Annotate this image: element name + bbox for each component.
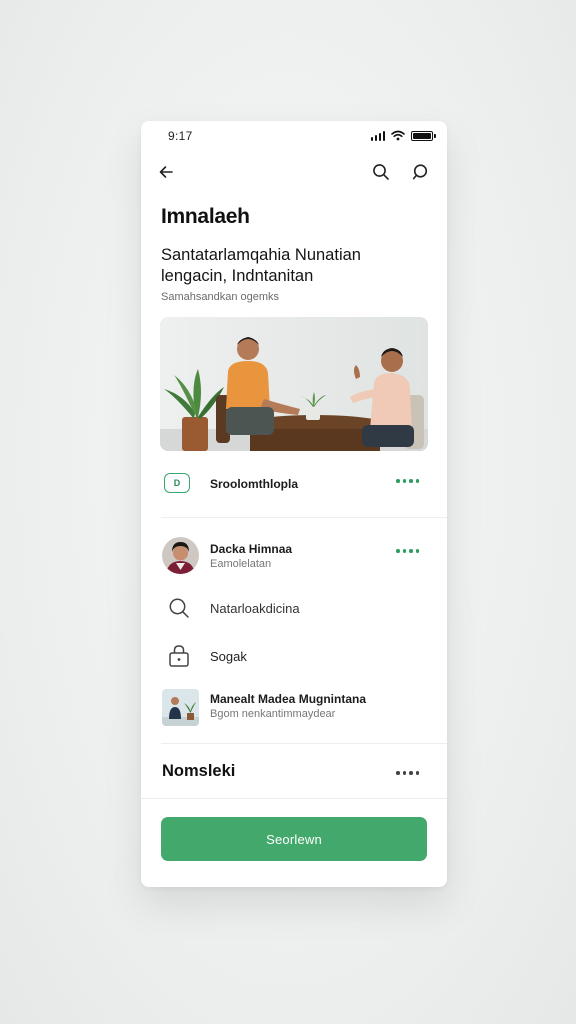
- battery-icon: [411, 130, 436, 141]
- status-bar: 9:17: [141, 121, 447, 151]
- person-subtitle: Eamolelatan: [210, 558, 272, 570]
- divider: [161, 743, 447, 744]
- status-time: 9:17: [168, 129, 193, 143]
- search-icon[interactable]: [368, 159, 394, 185]
- more-dots-icon[interactable]: [392, 475, 423, 487]
- status-icons: [370, 130, 436, 141]
- person-row[interactable]: Dacka Himnaa Eamolelatan: [141, 531, 447, 579]
- tag-row[interactable]: D Sroolomthlopla: [141, 465, 447, 501]
- tag-badge: D: [164, 473, 190, 493]
- tag-row-label: Sroolomthlopla: [210, 477, 298, 491]
- subline: Samahsandkan ogemks: [161, 291, 280, 303]
- lock-icon: [166, 643, 192, 669]
- chat-bubble-icon[interactable]: [407, 159, 433, 185]
- more-dots-icon[interactable]: [392, 767, 423, 779]
- more-dots-icon[interactable]: [392, 545, 423, 557]
- avatar: [162, 537, 199, 574]
- nav-bar: [141, 159, 447, 189]
- media-row[interactable]: Manealt Madea Mugnintana Bgom nenkantimm…: [141, 685, 447, 733]
- hero-image[interactable]: [160, 317, 428, 451]
- media-title: Manealt Madea Mugnintana: [210, 692, 367, 706]
- media-subtitle: Bgom nenkantimmaydear: [210, 708, 336, 720]
- media-thumbnail: [162, 689, 199, 726]
- lock-row-label: Sogak: [210, 649, 247, 664]
- phone-screen: 9:17 Imnalaeh Santatarlamqahia Nunatian …: [141, 121, 447, 887]
- person-name: Dacka Himnaa: [210, 542, 293, 556]
- signal-icon: [370, 130, 385, 141]
- lock-row[interactable]: Sogak: [141, 639, 447, 673]
- section-title: Nomsleki: [162, 762, 236, 780]
- primary-cta-button[interactable]: Seorlewn: [161, 817, 427, 861]
- headline: Santatarlamqahia Nunatian lengacin, Indn…: [161, 246, 361, 285]
- divider: [161, 517, 447, 518]
- back-arrow-icon[interactable]: [153, 159, 179, 185]
- page-title: Imnalaeh: [161, 205, 250, 228]
- search-row[interactable]: Natarloakdicina: [141, 591, 447, 625]
- wifi-icon: [391, 130, 405, 141]
- bottom-bar: Seorlewn: [141, 798, 447, 887]
- search-row-label: Natarloakdicina: [210, 601, 300, 616]
- search-icon: [166, 595, 192, 621]
